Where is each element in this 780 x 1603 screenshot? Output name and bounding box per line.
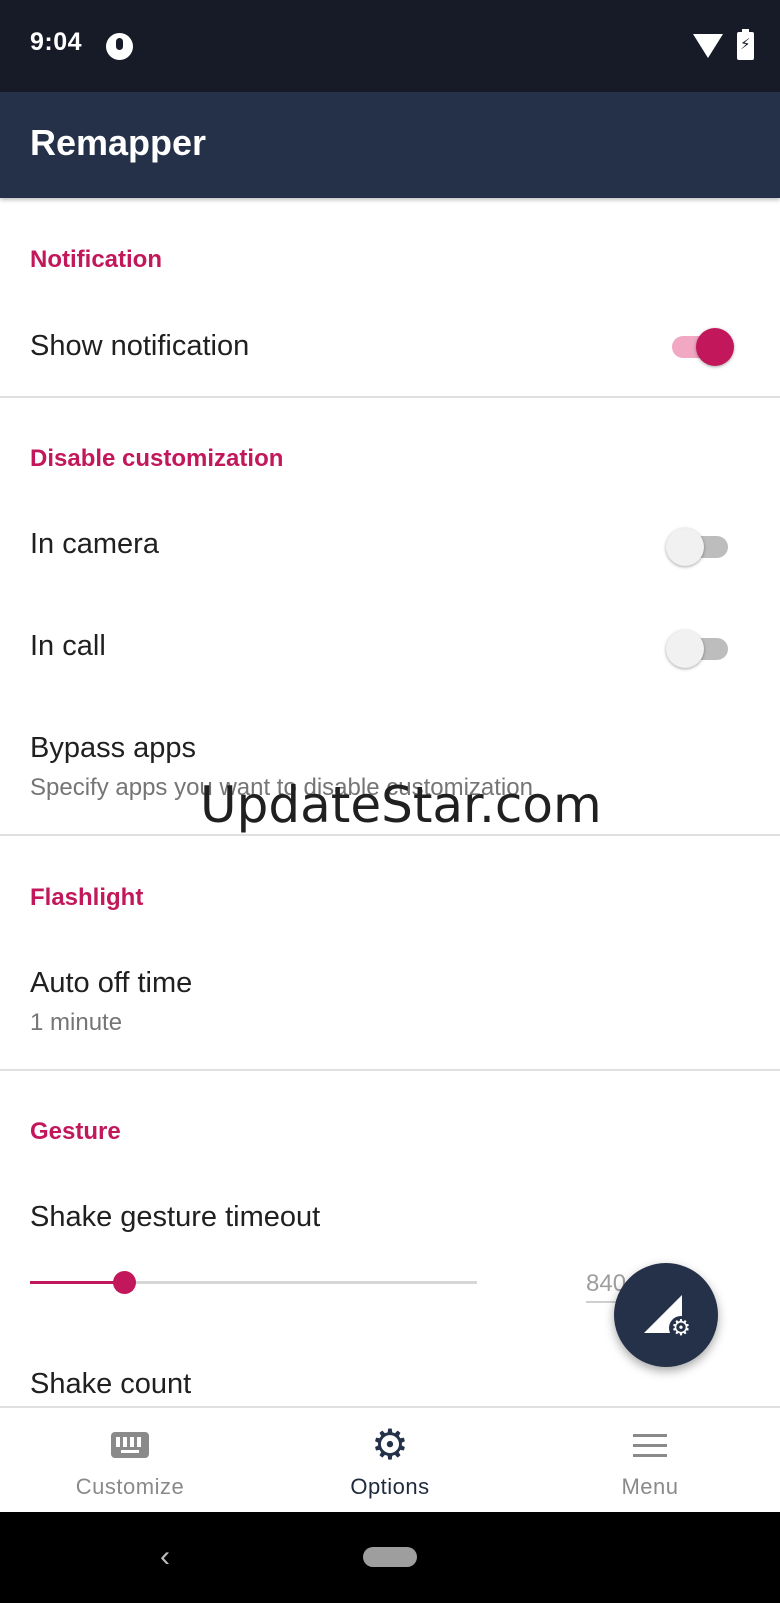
status-bar: 9:04 [0, 0, 780, 92]
nav-label-menu: Menu [621, 1474, 679, 1499]
switch-thumb [666, 528, 704, 566]
keyboard-icon [111, 1432, 149, 1458]
nav-item-options[interactable]: ⚙ Options [260, 1408, 520, 1514]
notification-app-icon [106, 33, 133, 60]
setting-title-auto-off-time: Auto off time [30, 967, 193, 999]
in-camera-switch[interactable] [666, 526, 732, 566]
remap-fab-button[interactable]: ⚙ [614, 1263, 718, 1367]
nav-item-menu[interactable]: Menu [520, 1408, 780, 1514]
setting-title-shake-gesture-timeout: Shake gesture timeout [30, 1201, 321, 1233]
divider [0, 834, 780, 836]
back-icon[interactable]: ‹ [160, 1540, 170, 1574]
section-header-gesture: Gesture [30, 1118, 121, 1145]
watermark: UpdateStar.com [200, 776, 602, 834]
switch-thumb [696, 328, 734, 366]
switch-thumb [666, 630, 704, 668]
nav-label-options: Options [350, 1474, 430, 1499]
app-title: Remapper [30, 122, 207, 163]
section-header-flashlight: Flashlight [30, 884, 144, 911]
nav-label-customize: Customize [75, 1474, 185, 1499]
setting-title-shake-count: Shake count [30, 1368, 192, 1400]
slider-thumb[interactable] [112, 1271, 136, 1294]
setting-title-in-camera: In camera [30, 528, 159, 560]
battery-charging-icon [737, 29, 754, 60]
setting-title-bypass-apps: Bypass apps [30, 732, 197, 764]
menu-icon [631, 1426, 669, 1464]
section-header-disable-customization: Disable customization [30, 445, 284, 472]
slider-fill [30, 1281, 124, 1284]
in-call-switch[interactable] [666, 628, 732, 668]
bottom-navigation: Customize ⚙ Options Menu [0, 1406, 780, 1514]
setting-title-show-notification: Show notification [30, 330, 250, 362]
app-bar: Remapper [0, 92, 780, 198]
setting-summary-auto-off-time: 1 minute [30, 1009, 123, 1036]
setting-title-in-call: In call [30, 630, 106, 662]
gear-icon: ⚙ [371, 1421, 409, 1468]
divider [0, 1069, 780, 1071]
gear-icon: ⚙ [669, 1316, 693, 1340]
section-header-notification: Notification [30, 246, 162, 273]
show-notification-switch[interactable] [666, 326, 734, 366]
home-pill[interactable] [363, 1547, 417, 1567]
wifi-icon [693, 34, 723, 58]
nav-item-customize[interactable]: Customize [0, 1408, 260, 1514]
system-navigation-bar: ‹ [0, 1512, 780, 1603]
divider [0, 396, 780, 398]
shake-timeout-slider[interactable] [30, 1271, 477, 1294]
status-time: 9:04 [30, 28, 83, 56]
